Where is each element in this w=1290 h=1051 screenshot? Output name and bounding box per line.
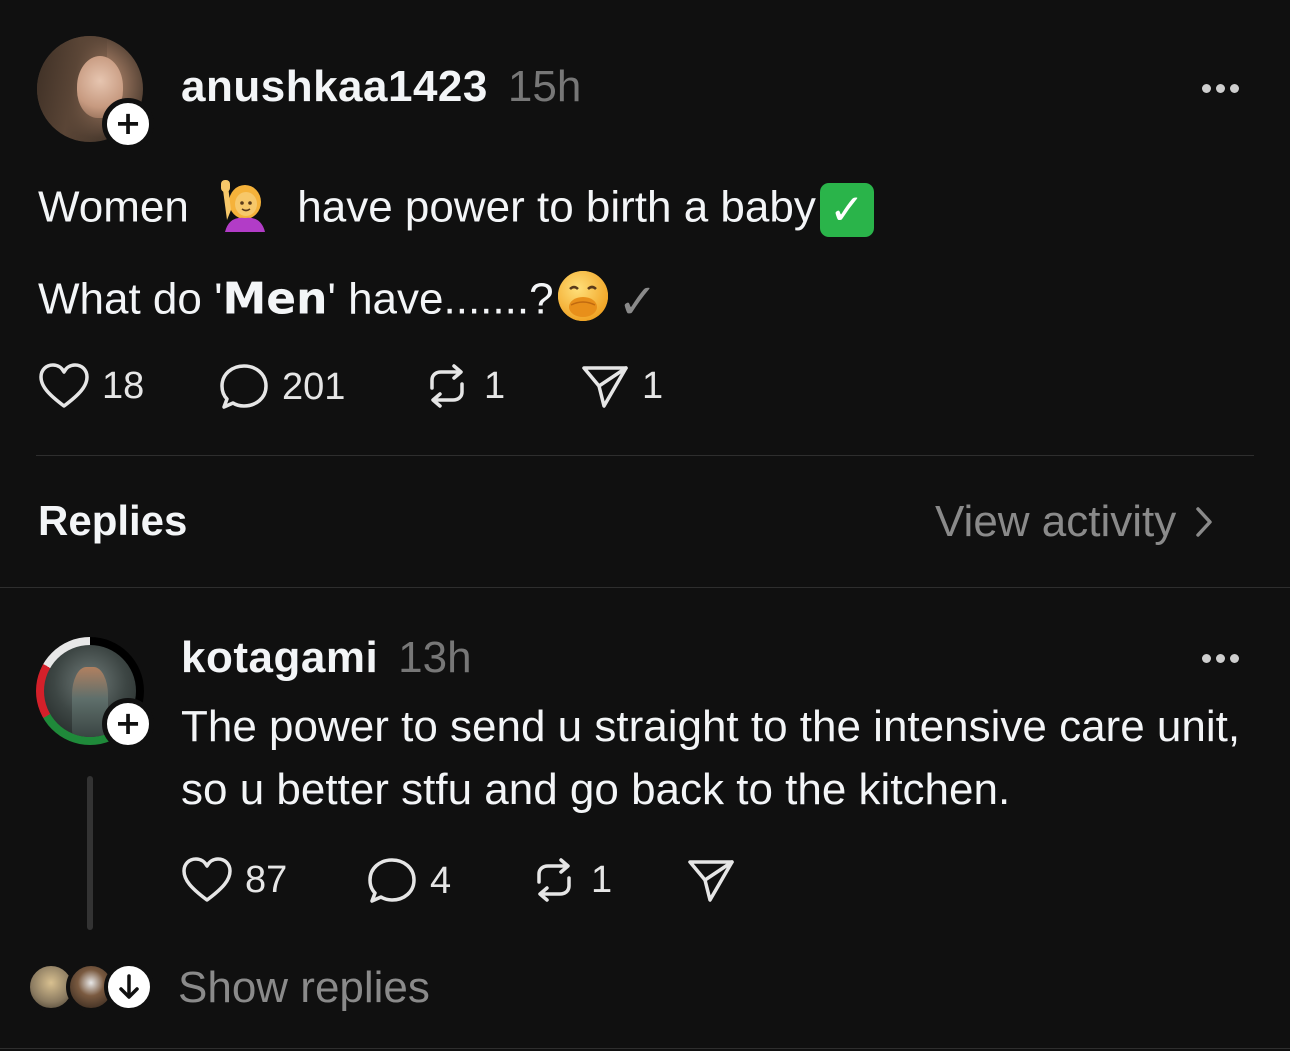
green-check-emoji: ✓ bbox=[819, 183, 874, 237]
view-activity-link[interactable]: View activity bbox=[935, 497, 1214, 547]
share-count: 1 bbox=[642, 364, 664, 407]
more-options-icon[interactable] bbox=[1202, 84, 1239, 93]
arrow-down-icon bbox=[119, 974, 139, 999]
reply-comment-count: 4 bbox=[430, 859, 452, 902]
thread-line bbox=[87, 776, 93, 930]
post-username[interactable]: anushkaa1423 bbox=[181, 62, 488, 112]
reply-header: kotagami 13h bbox=[181, 633, 472, 683]
follow-plus-icon[interactable]: + bbox=[102, 98, 154, 150]
view-activity-label: View activity bbox=[935, 497, 1177, 546]
comment-icon bbox=[368, 858, 416, 903]
post-timestamp: 15h bbox=[507, 62, 582, 111]
replies-heading: Replies bbox=[38, 497, 188, 544]
like-count: 18 bbox=[102, 364, 145, 407]
reply-repost-button[interactable]: 1 bbox=[529, 856, 612, 904]
comment-button[interactable]: 201 bbox=[218, 362, 345, 412]
send-icon bbox=[582, 366, 628, 408]
woman-raising-hand-emoji bbox=[215, 176, 271, 244]
comment-icon bbox=[220, 364, 268, 409]
post-text-women: Women bbox=[38, 182, 189, 232]
show-replies-link[interactable]: Show replies bbox=[178, 963, 430, 1013]
share-button[interactable]: 1 bbox=[580, 362, 663, 410]
reply-more-options-icon[interactable] bbox=[1202, 654, 1239, 663]
post-line-1: Women have power to birth a baby ✓ bbox=[38, 176, 874, 244]
post-text-claim: have power to birth a baby bbox=[297, 182, 816, 232]
post-divider bbox=[36, 455, 1254, 456]
heart-icon bbox=[39, 363, 89, 408]
send-icon bbox=[688, 860, 734, 902]
chevron-right-icon bbox=[1196, 507, 1213, 537]
reply-like-button[interactable]: 87 bbox=[181, 856, 287, 904]
repost-count: 1 bbox=[484, 364, 506, 407]
repost-icon bbox=[537, 858, 571, 902]
post-header: anushkaa1423 15h bbox=[181, 62, 581, 112]
like-button[interactable]: 18 bbox=[38, 362, 144, 410]
reply-follow-plus-icon[interactable]: + bbox=[102, 698, 154, 750]
face-with-hand-over-mouth-emoji bbox=[556, 269, 610, 335]
post-text-question-start: What do ' bbox=[38, 274, 223, 324]
reply-repost-count: 1 bbox=[591, 858, 613, 901]
reply-like-count: 87 bbox=[245, 858, 288, 901]
reply-comment-button[interactable]: 4 bbox=[366, 856, 451, 906]
repost-icon bbox=[430, 364, 464, 408]
repost-button[interactable]: 1 bbox=[422, 362, 505, 410]
reply-timestamp: 13h bbox=[398, 633, 472, 682]
post-text-men: Men bbox=[222, 273, 328, 325]
reply-username[interactable]: kotagami bbox=[181, 633, 378, 683]
post-text-question-end: ' have.......? bbox=[327, 274, 554, 324]
reply-share-button[interactable] bbox=[686, 856, 736, 904]
show-replies-down-button[interactable] bbox=[104, 962, 154, 1012]
comment-count: 201 bbox=[282, 365, 346, 408]
bottom-divider bbox=[0, 1048, 1290, 1049]
post-line-2: What do 'Men' have.......? ✓ bbox=[38, 269, 658, 335]
grey-check-mark: ✓ bbox=[617, 274, 658, 330]
replies-divider bbox=[0, 587, 1290, 588]
reply-body: The power to send u straight to the inte… bbox=[181, 702, 1241, 814]
heart-icon bbox=[182, 857, 232, 902]
